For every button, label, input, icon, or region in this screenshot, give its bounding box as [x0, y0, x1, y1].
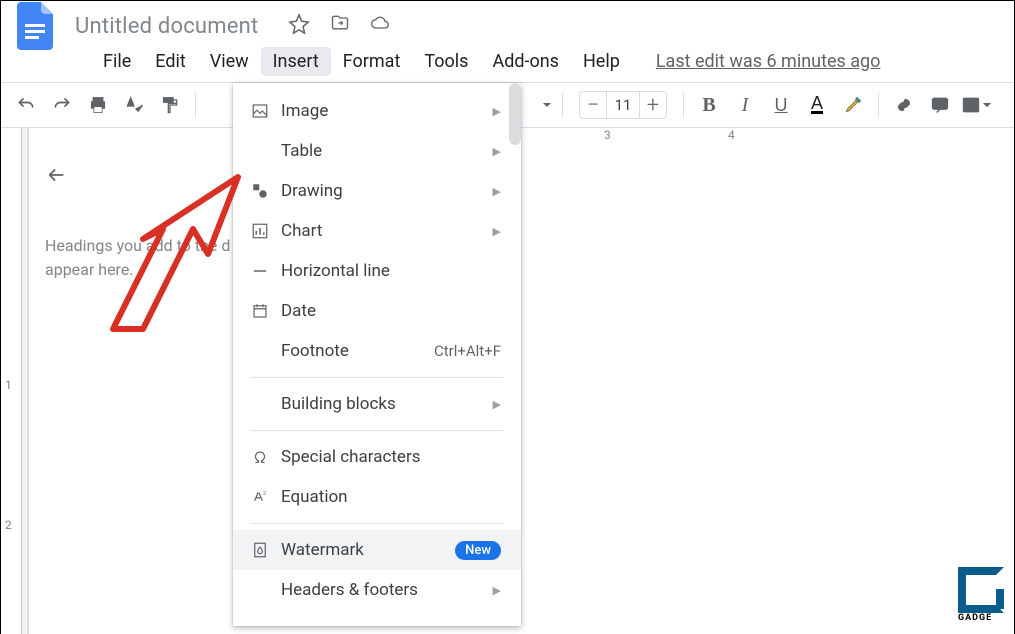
watermark-icon [251, 541, 281, 559]
insert-image-button[interactable] [961, 90, 991, 120]
hline-icon [251, 262, 281, 280]
insert-footnote[interactable]: Footnote Ctrl+Alt+F [233, 331, 521, 371]
font-dropdown[interactable] [542, 100, 552, 110]
docs-logo[interactable] [9, 0, 61, 52]
insert-drawing[interactable]: Drawing▶ [233, 171, 521, 211]
document-title[interactable]: Untitled document [75, 14, 258, 39]
cloud-status-icon[interactable] [370, 13, 390, 39]
calendar-icon [251, 302, 281, 320]
chart-icon [251, 222, 281, 240]
outline-collapse-arrow[interactable] [45, 164, 236, 190]
insert-table[interactable]: Table▶ [233, 131, 521, 171]
insert-headers-footers[interactable]: Headers & footers▶ [233, 570, 521, 610]
equation-icon: 2 [251, 488, 281, 506]
underline-button[interactable]: U [766, 90, 796, 120]
insert-date[interactable]: Date [233, 291, 521, 331]
vertical-ruler: 1 2 [1, 138, 21, 634]
menu-insert[interactable]: Insert [261, 47, 331, 76]
text-color-button[interactable]: A [802, 90, 832, 120]
outline-placeholder: Headings you add to the dappear here. [45, 234, 236, 282]
paint-format-button[interactable] [155, 90, 185, 120]
svg-text:2: 2 [263, 491, 266, 497]
insert-special-characters[interactable]: Special characters [233, 437, 521, 477]
add-comment-button[interactable] [925, 90, 955, 120]
footnote-shortcut: Ctrl+Alt+F [434, 342, 501, 360]
redo-button[interactable] [47, 90, 77, 120]
drawing-icon [251, 182, 281, 200]
font-size-increase[interactable]: + [640, 92, 666, 118]
menu-help[interactable]: Help [571, 47, 632, 76]
outline-panel: Headings you add to the dappear here. [1, 128, 256, 634]
insert-link-button[interactable] [889, 90, 919, 120]
font-size-value[interactable]: 11 [606, 92, 640, 118]
menu-bar: File Edit View Insert Format Tools Add-o… [1, 45, 1014, 82]
menu-view[interactable]: View [198, 47, 261, 76]
insert-dropdown: Image▶ Table▶ Drawing▶ Chart▶ Horizontal… [233, 83, 521, 626]
insert-horizontal-line[interactable]: Horizontal line [233, 251, 521, 291]
bold-button[interactable]: B [694, 90, 724, 120]
undo-button[interactable] [11, 90, 41, 120]
menu-addons[interactable]: Add-ons [480, 47, 571, 76]
new-badge: New [455, 541, 501, 560]
insert-equation[interactable]: 2 Equation [233, 477, 521, 517]
omega-icon [251, 448, 281, 466]
print-button[interactable] [83, 90, 113, 120]
insert-image[interactable]: Image▶ [233, 91, 521, 131]
insert-watermark[interactable]: Watermark New [233, 530, 521, 570]
brand-watermark: GADGE [958, 567, 1004, 623]
menu-format[interactable]: Format [331, 47, 413, 76]
font-size-stepper[interactable]: − 11 + [579, 91, 667, 119]
menu-tools[interactable]: Tools [412, 47, 480, 76]
insert-chart[interactable]: Chart▶ [233, 211, 521, 251]
menu-edit[interactable]: Edit [143, 47, 197, 76]
move-icon[interactable] [330, 13, 350, 39]
star-icon[interactable] [288, 13, 310, 39]
insert-building-blocks[interactable]: Building blocks▶ [233, 384, 521, 424]
image-icon [251, 102, 281, 120]
spellcheck-button[interactable] [119, 90, 149, 120]
menu-file[interactable]: File [91, 47, 143, 76]
highlight-button[interactable] [838, 90, 868, 120]
italic-button[interactable]: I [730, 90, 760, 120]
last-edit-link[interactable]: Last edit was 6 minutes ago [656, 51, 881, 72]
font-size-decrease[interactable]: − [580, 92, 606, 118]
